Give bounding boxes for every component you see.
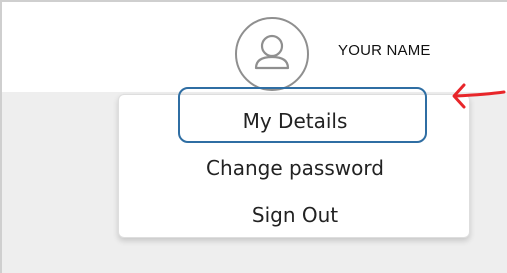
user-name-label[interactable]: YOUR NAME: [338, 42, 431, 59]
red-arrow-icon: [452, 83, 506, 109]
user-avatar-icon: [254, 34, 290, 70]
menu-item-change-password[interactable]: Change password: [119, 156, 471, 180]
menu-item-sign-out[interactable]: Sign Out: [119, 203, 471, 227]
highlight-box: [178, 87, 427, 143]
top-header: YOUR NAME: [0, 0, 507, 92]
user-avatar[interactable]: [235, 17, 309, 91]
app-window: YOUR NAME My Details Change password Sig…: [0, 0, 507, 273]
